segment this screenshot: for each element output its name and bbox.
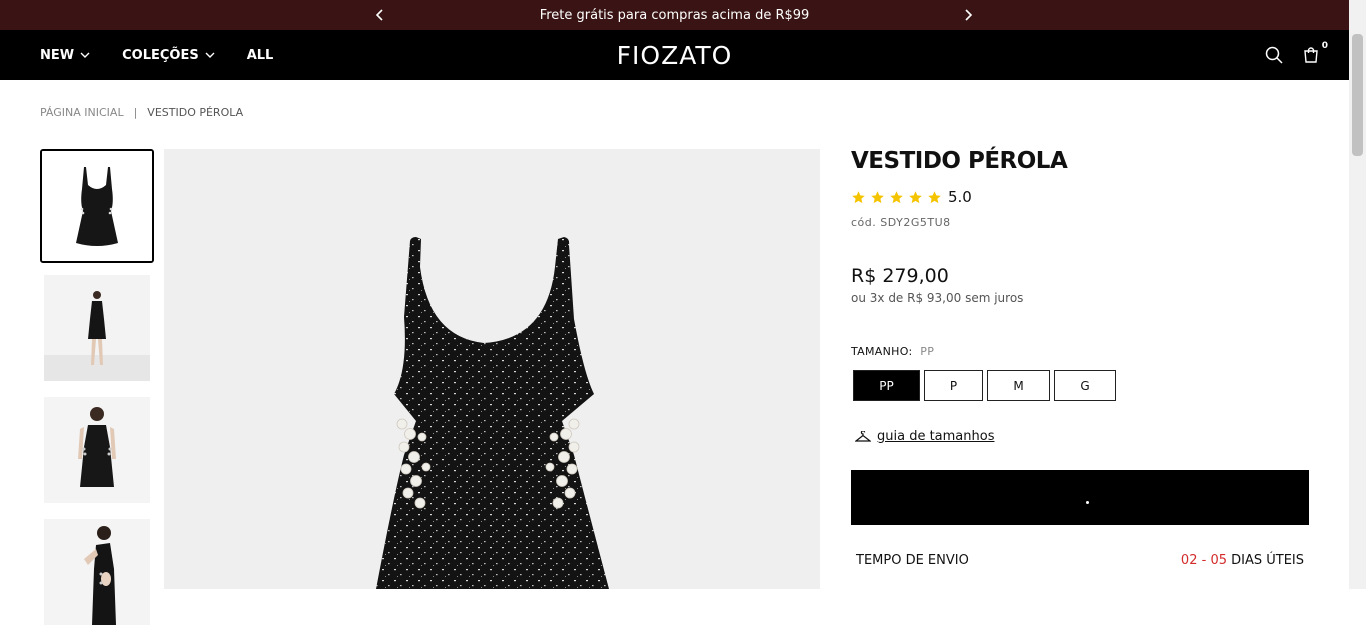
shipping-days: 02 - 05 DIAS ÚTEIS [1181,553,1304,568]
dress-main-image [376,237,609,589]
nav-item-label: ALL [246,47,274,63]
model-closeup-image [44,397,150,503]
hanger-icon [855,430,871,442]
breadcrumb-home-link[interactable]: PÁGINA INICIAL [40,106,124,119]
size-option-m[interactable]: M [987,370,1050,401]
cart-count-badge: 0 [1321,41,1328,51]
product-info-panel: VESTIDO PÉROLA 5.0 cód. SDY2G5TU8 R$ 279… [851,148,1309,568]
shipping-days-to: 05 [1210,553,1227,568]
size-label: TAMANHO: PP [851,345,1309,358]
thumbnail-gallery [40,149,154,641]
size-guide-text: guia de tamanhos [877,429,995,444]
thumbnail-4[interactable] [44,519,150,625]
nav-links: NEW COLEÇÕES ALL [40,30,273,80]
product-title: VESTIDO PÉROLA [851,148,1068,174]
size-option-pp[interactable]: PP [853,370,920,401]
model-front-image [44,275,150,381]
announcement-text: Frete grátis para compras acima de R$99 [539,7,810,23]
nav-item-all[interactable]: ALL [247,48,274,63]
nav-item-label: COLEÇÕES [122,47,199,63]
product-rating[interactable]: 5.0 [851,188,1309,206]
main-product-image[interactable] [164,149,820,589]
thumbnail-3[interactable] [44,397,150,503]
nav-item-new[interactable]: NEW [40,48,90,63]
shipping-days-from: 02 [1180,553,1198,568]
installments-text: ou 3x de R$ 93,00 sem juros [851,291,1024,305]
rating-value: 5.0 [948,188,972,206]
size-label-text: TAMANHO: [851,345,913,358]
shipping-label: TEMPO DE ENVIO [856,553,969,568]
thumbnail-1[interactable] [40,149,154,263]
star-icon [852,190,865,203]
model-side-image [44,519,150,625]
product-sku: cód. SDY2G5TU8 [851,216,951,229]
loading-indicator [1086,501,1089,504]
scrollbar-thumb[interactable] [1352,34,1363,156]
shipping-time-row: TEMPO DE ENVIO 02 - 05 DIAS ÚTEIS [851,553,1309,568]
chevron-down-icon [205,52,215,58]
announcement-next-button[interactable] [958,0,978,30]
size-option-g[interactable]: G [1054,370,1116,401]
shipping-days-unit: DIAS ÚTEIS [1226,553,1304,568]
size-selector: PP P M G [853,370,1309,401]
page-scrollbar[interactable] [1349,0,1366,589]
thumbnail-2[interactable] [44,275,150,381]
announcement-bar: Frete grátis para compras acima de R$99 [0,0,1349,30]
size-option-p[interactable]: P [924,370,983,401]
nav-item-label: NEW [40,47,75,63]
chevron-left-icon [375,9,383,21]
star-icon [928,190,941,203]
add-to-cart-button[interactable] [851,470,1309,525]
breadcrumb-separator: | [133,106,138,119]
breadcrumb-current: VESTIDO PÉROLA [147,106,244,119]
breadcrumb: PÁGINA INICIAL | VESTIDO PÉROLA [40,106,243,119]
selected-size-text: PP [920,345,935,358]
chevron-down-icon [80,52,90,58]
nav-icons: 0 [1265,30,1328,80]
dress-product-image [42,151,152,261]
cart-button[interactable]: 0 [1303,41,1328,63]
cart-icon [1304,47,1318,63]
search-icon[interactable] [1265,46,1283,64]
announcement-prev-button[interactable] [370,0,390,30]
nav-item-colecoes[interactable]: COLEÇÕES [122,48,215,63]
shipping-days-dash: - [1197,553,1211,568]
product-price: R$ 279,00 [851,265,949,287]
chevron-right-icon [965,9,973,21]
star-icon [909,190,922,203]
star-icon [871,190,884,203]
star-icon [890,190,903,203]
main-navbar: NEW COLEÇÕES ALL FIOZATO 0 [0,30,1349,80]
size-guide-link[interactable]: guia de tamanhos [855,429,1309,444]
